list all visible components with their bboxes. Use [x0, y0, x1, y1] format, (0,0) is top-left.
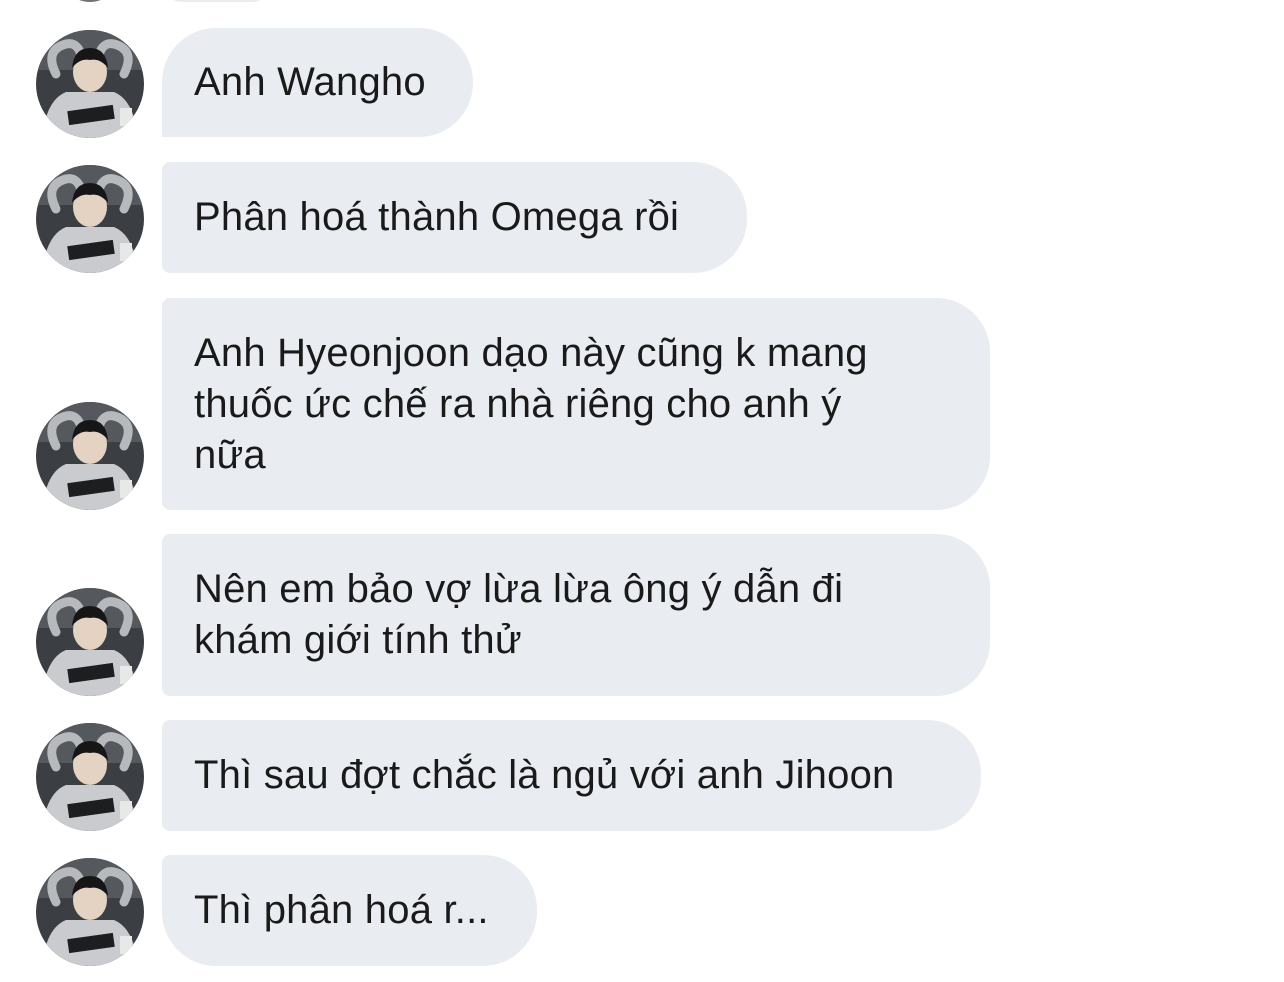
message-text: Phân hoá thành Omega rồi — [194, 195, 680, 239]
message-bubble[interactable]: Thì sau đợt chắc là ngủ với anh Jihoon — [162, 720, 981, 831]
sender-avatar[interactable] — [36, 165, 144, 273]
message-text: Nên em bảo vợ lừa lừa ông ý dẫn đi khám … — [194, 567, 844, 662]
message-bubble[interactable]: Anh Hyeonjoon dạo này cũng k mang thuốc … — [162, 298, 990, 510]
message-bubble[interactable]: Phân hoá thành Omega rồi — [162, 162, 747, 273]
message-text: Thì phân hoá r... — [194, 888, 489, 932]
previous-avatar-partial — [60, 0, 120, 2]
profile-photo-icon — [36, 165, 144, 273]
sender-avatar[interactable] — [36, 402, 144, 510]
sender-avatar[interactable] — [36, 30, 144, 138]
profile-photo-icon — [36, 30, 144, 138]
message-text: Anh Wangho — [194, 60, 426, 104]
message-text: Anh Hyeonjoon dạo này cũng k mang thuốc … — [194, 330, 868, 477]
previous-bubble-partial — [162, 0, 272, 2]
message-bubble[interactable]: Nên em bảo vợ lừa lừa ông ý dẫn đi khám … — [162, 534, 990, 696]
message-thread: Anh Wangho Phân hoá thành Omega rồi Anh … — [0, 0, 1284, 982]
profile-photo-icon — [36, 723, 144, 831]
sender-avatar[interactable] — [36, 723, 144, 831]
profile-photo-icon — [36, 588, 144, 696]
message-bubble[interactable]: Thì phân hoá r... — [162, 855, 537, 966]
sender-avatar[interactable] — [36, 858, 144, 966]
profile-photo-icon — [36, 858, 144, 966]
sender-avatar[interactable] — [36, 588, 144, 696]
message-text: Thì sau đợt chắc là ngủ với anh Jihoon — [194, 753, 895, 797]
profile-photo-icon — [36, 402, 144, 510]
message-bubble[interactable]: Anh Wangho — [162, 28, 473, 137]
